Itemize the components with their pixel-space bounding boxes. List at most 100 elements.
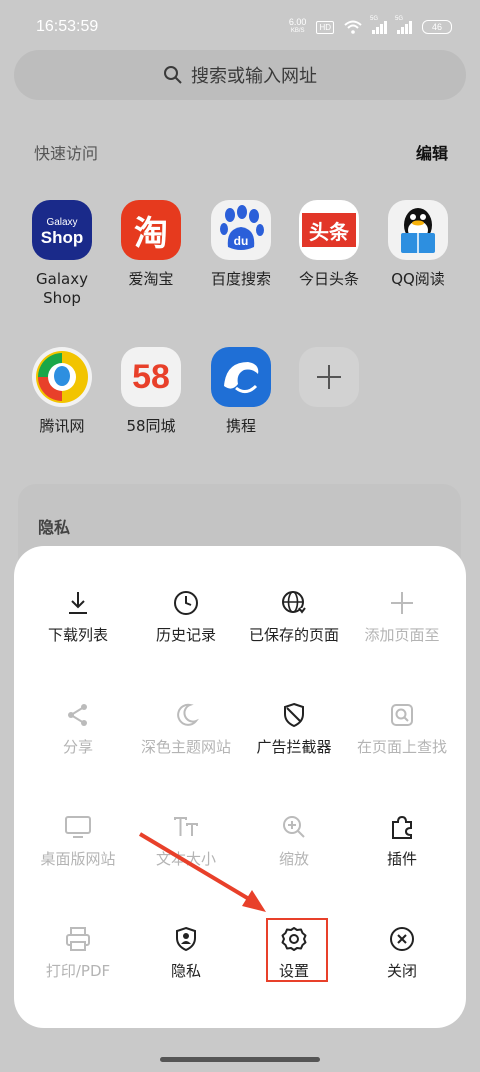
menu-download-list[interactable]: 下载列表 — [24, 588, 132, 646]
toutiao-icon: 头条 — [299, 200, 359, 260]
menu-share[interactable]: 分享 — [24, 700, 132, 758]
clock: 16:53:59 — [36, 18, 99, 35]
menu-label: 隐私 — [170, 962, 201, 980]
battery-icon: 46 — [422, 20, 452, 34]
menu-privacy[interactable]: 隐私 — [132, 924, 240, 982]
shortcut-taobao[interactable]: 淘 爱淘宝 — [105, 200, 197, 289]
shortcut-label: 爱淘宝 — [128, 270, 174, 288]
shortcut-ctrip[interactable]: 携程 — [195, 347, 287, 436]
menu-print-pdf[interactable]: 打印/PDF — [24, 924, 132, 982]
share-icon — [24, 700, 132, 730]
shortcut-toutiao[interactable]: 头条 今日头条 — [283, 200, 375, 289]
menu-label: 打印/PDF — [45, 962, 111, 980]
menu-label: 缩放 — [278, 850, 309, 868]
galaxy-shop-icon: Galaxy Shop — [32, 200, 92, 260]
shortcut-label: 58同城 — [126, 417, 176, 435]
search-bar[interactable]: 搜索或输入网址 — [14, 50, 466, 100]
menu-label: 桌面版网站 — [40, 850, 116, 868]
home-indicator[interactable] — [160, 1057, 320, 1062]
menu-saved-pages[interactable]: 已保存的页面 — [240, 588, 348, 646]
plus-icon — [348, 588, 456, 618]
menu-label: 下载列表 — [47, 626, 108, 644]
shortcut-baidu[interactable]: du 百度搜索 — [195, 200, 287, 289]
menu-close[interactable]: 关闭 — [348, 924, 456, 982]
network-speed: 6.00 KB/S — [289, 18, 307, 36]
settings-highlight-box — [266, 918, 328, 982]
menu-ad-blocker[interactable]: 广告拦截器 — [240, 700, 348, 758]
ctrip-icon — [211, 347, 271, 407]
sig2-label: 5G — [395, 16, 404, 22]
wifi-icon — [344, 20, 362, 34]
toutiao-glyph: 头条 — [309, 219, 349, 244]
more-menu-sheet: 下载列表 历史记录 已保存的页面 添加页面至 分享 深色主题网站 广告拦截器 在… — [14, 546, 466, 1028]
menu-label: 添加页面至 — [364, 626, 440, 644]
menu-label: 分享 — [62, 738, 93, 756]
menu-label: 已保存的页面 — [248, 626, 339, 644]
qq-penguin-icon — [401, 208, 435, 253]
menu-label: 历史记录 — [155, 626, 216, 644]
add-icon — [299, 347, 359, 407]
search-input[interactable]: 搜索或输入网址 — [191, 62, 317, 88]
history-icon — [132, 588, 240, 618]
taobao-icon: 淘 — [121, 200, 181, 260]
menu-label: 插件 — [386, 850, 417, 868]
qq-reader-icon — [388, 200, 448, 260]
sig1-label: 5G — [370, 16, 379, 22]
signal-icon-2: 5G — [395, 16, 412, 34]
download-icon — [24, 588, 132, 618]
menu-label: 深色主题网站 — [140, 738, 231, 756]
shortcut-label: 携程 — [225, 417, 256, 435]
menu-label: 广告拦截器 — [256, 738, 332, 756]
shortcut-tencent[interactable]: 腾讯网 — [16, 347, 108, 436]
menu-plugins[interactable]: 插件 — [348, 812, 456, 870]
shortcut-58[interactable]: 58 58同城 — [105, 347, 197, 436]
shortcut-galaxy-shop[interactable]: Galaxy Shop Galaxy Shop — [16, 200, 108, 308]
shortcut-label: 今日头条 — [298, 270, 359, 288]
saved-pages-icon — [240, 588, 348, 618]
add-shortcut-button[interactable] — [283, 347, 375, 417]
shortcut-label: Galaxy Shop — [36, 270, 88, 307]
zoom-icon — [240, 812, 348, 842]
menu-label: 文本大小 — [155, 850, 216, 868]
menu-desktop-site[interactable]: 桌面版网站 — [24, 812, 132, 870]
search-icon — [164, 66, 182, 84]
58-icon: 58 — [121, 347, 181, 407]
shortcut-label: 腾讯网 — [39, 417, 85, 435]
svg-text:du: du — [234, 234, 249, 248]
signal-icon-1: 5G — [370, 16, 387, 34]
baidu-paw-icon: du — [220, 205, 264, 250]
shortcut-label: 百度搜索 — [210, 270, 271, 288]
status-icons: 6.00 KB/S HD 5G 5G 46 — [289, 16, 452, 36]
moon-icon — [132, 700, 240, 730]
edit-button[interactable]: 编辑 — [416, 140, 448, 164]
menu-find-in-page[interactable]: 在页面上查找 — [348, 700, 456, 758]
status-bar: 16:53:59 6.00 KB/S HD 5G 5G 46 — [0, 0, 480, 56]
puzzle-icon — [348, 812, 456, 842]
privacy-icon — [132, 924, 240, 954]
menu-text-size[interactable]: 文本大小 — [132, 812, 240, 870]
desktop-icon — [24, 812, 132, 842]
tencent-icon — [32, 347, 92, 407]
dolphin-icon — [224, 362, 259, 393]
menu-add-page-to[interactable]: 添加页面至 — [348, 588, 456, 646]
shortcut-label: QQ阅读 — [391, 270, 445, 288]
text-size-icon — [132, 812, 240, 842]
shield-icon — [240, 700, 348, 730]
menu-label: 关闭 — [386, 962, 417, 980]
find-in-page-icon — [348, 700, 456, 730]
hd-badge: HD — [316, 20, 334, 34]
net-speed-unit: KB/S — [290, 28, 305, 34]
menu-dark-theme-sites[interactable]: 深色主题网站 — [132, 700, 240, 758]
baidu-icon: du — [211, 200, 271, 260]
menu-zoom[interactable]: 缩放 — [240, 812, 348, 870]
close-icon — [348, 924, 456, 954]
privacy-card-title: 隐私 — [38, 518, 71, 537]
shortcut-qq-reader[interactable]: QQ阅读 — [372, 200, 464, 289]
print-icon — [24, 924, 132, 954]
58-glyph: 58 — [132, 357, 170, 396]
taobao-glyph: 淘 — [134, 213, 168, 254]
tencent-logo-icon — [36, 351, 88, 403]
menu-history[interactable]: 历史记录 — [132, 588, 240, 646]
menu-label: 在页面上查找 — [356, 738, 447, 756]
net-speed-value: 6.00 — [288, 17, 307, 27]
